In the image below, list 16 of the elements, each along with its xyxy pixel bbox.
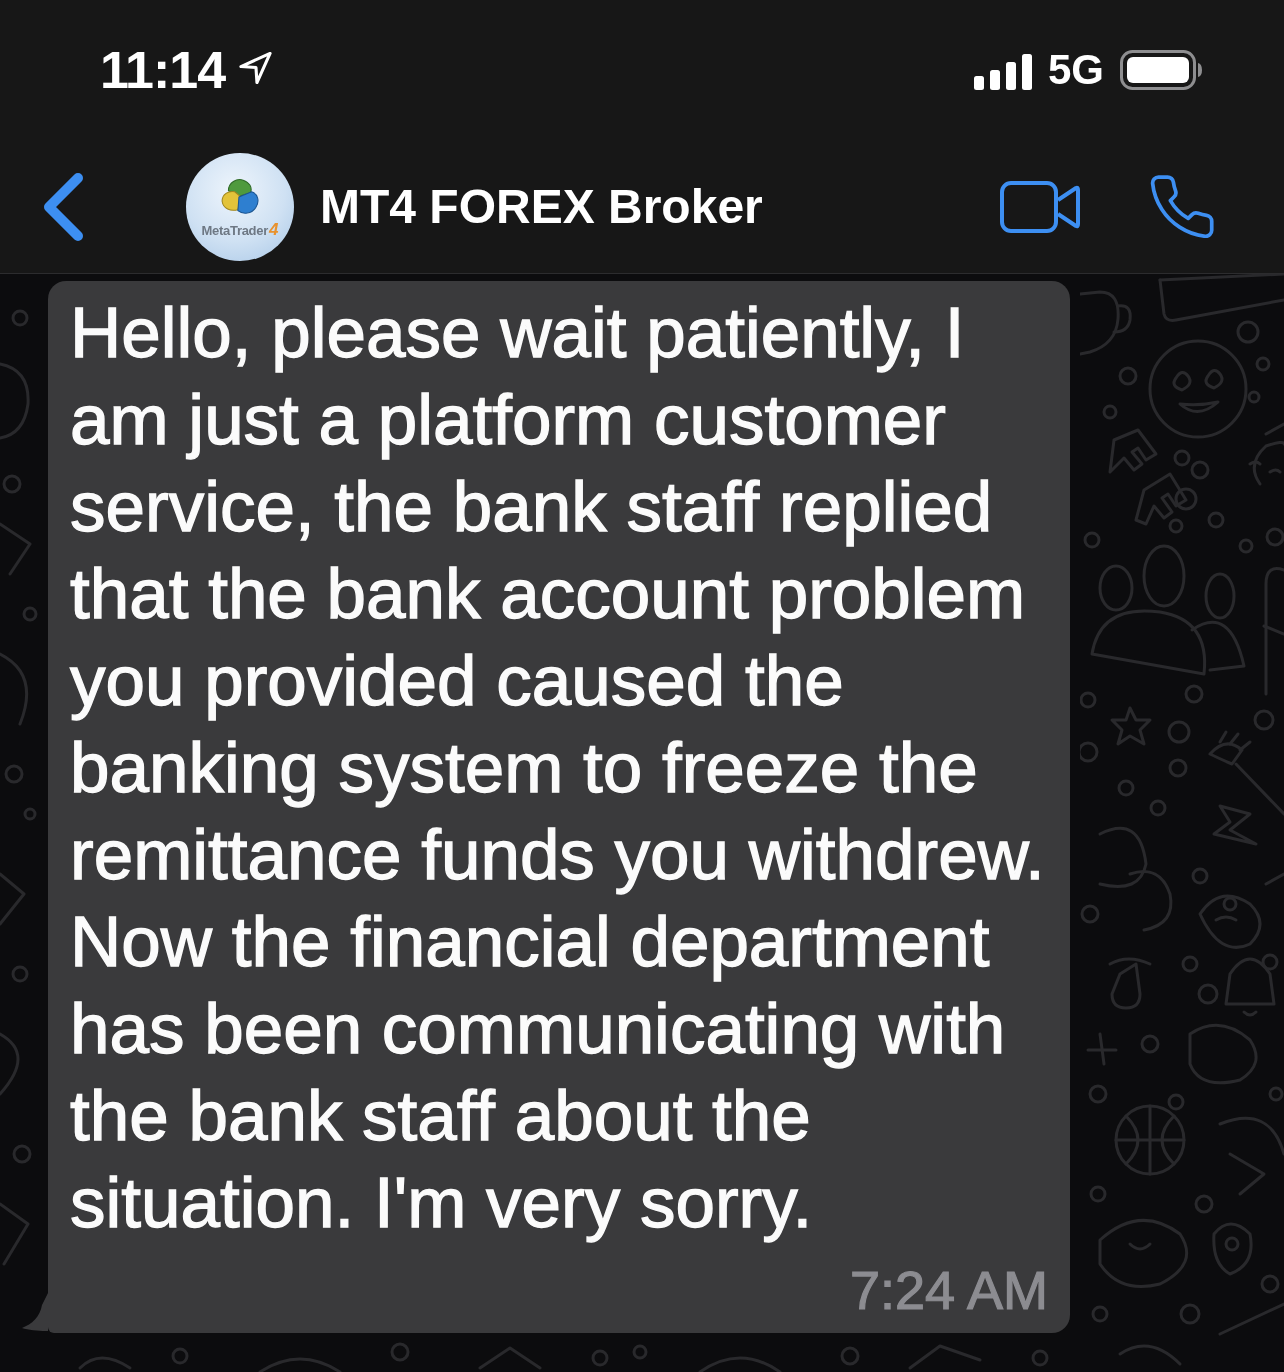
- location-arrow-icon: [239, 51, 273, 85]
- message-text: Hello, please wait patiently, I am just a platform customer service, the bank staff replied that the bank account problem you provided caused the banking system to freeze the remittance funds you withdrew. Now the financial department has been communicating with the bank staff about the situation. I'm very sorry.: [70, 292, 1046, 1244]
- video-camera-icon: [1000, 180, 1080, 233]
- battery-icon: [1120, 50, 1202, 90]
- logo-text: MetaTrader: [201, 222, 268, 238]
- logo-number: 4: [268, 219, 279, 240]
- voice-call-button[interactable]: [1150, 175, 1214, 238]
- video-call-button[interactable]: [1000, 180, 1080, 233]
- phone-icon: [1150, 175, 1214, 238]
- message-time: 7:24 AM: [849, 1260, 1048, 1320]
- emblem-icon: [220, 177, 260, 216]
- contact-avatar[interactable]: MetaTrader4: [186, 152, 294, 261]
- chat-title[interactable]: MT4 FOREX Broker: [320, 177, 763, 236]
- signal-bars-icon: [973, 54, 1032, 90]
- status-time: 11:14: [100, 40, 226, 100]
- network-type: 5G: [1047, 45, 1104, 95]
